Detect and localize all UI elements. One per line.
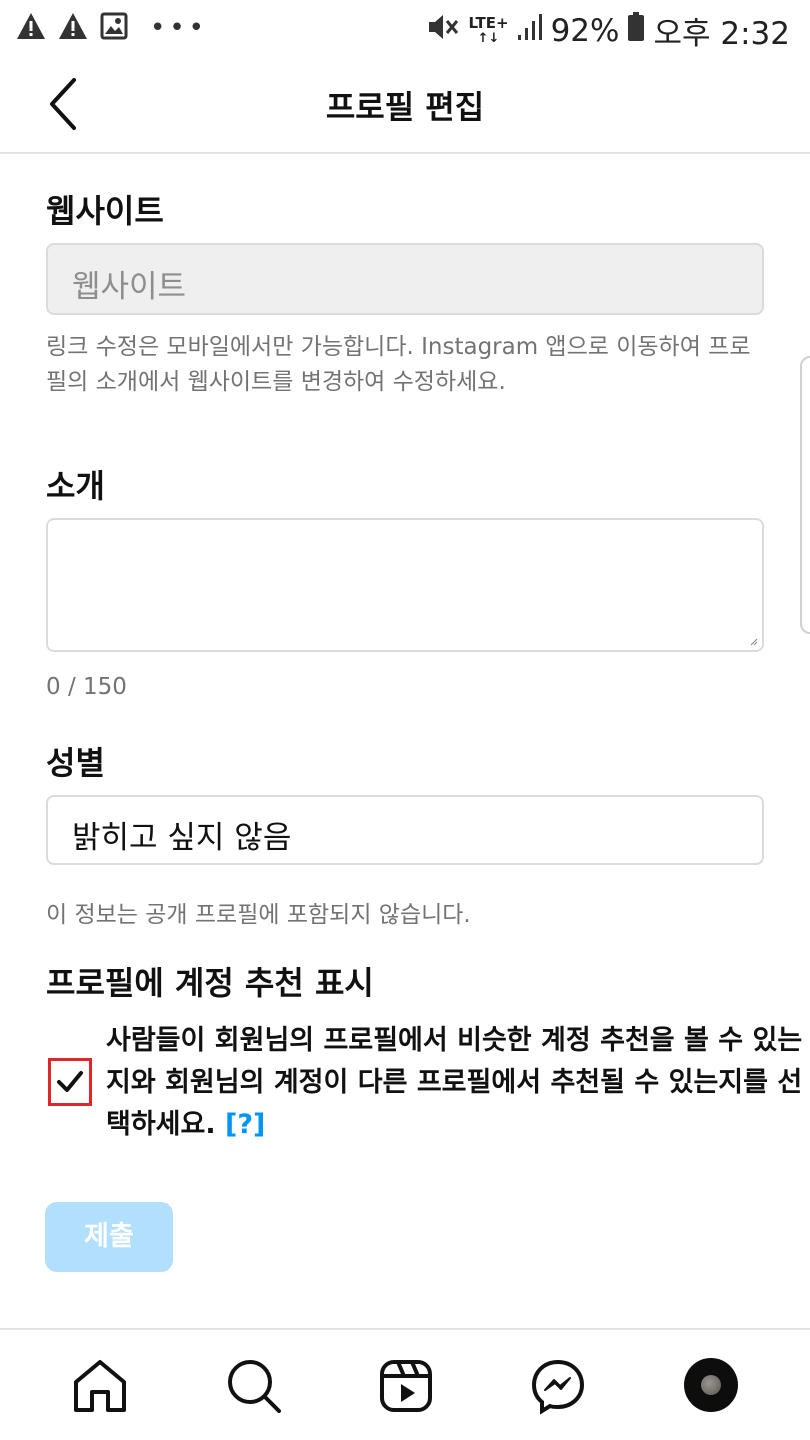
bottom-nav (0, 1328, 810, 1440)
image-icon (100, 12, 128, 44)
status-bar: ••• LTE+ ↑↓ 92% 오후 2:32 (0, 0, 810, 56)
gender-value: 밝히고 싶지 않음 (72, 820, 292, 856)
resize-grip-icon[interactable] (750, 638, 758, 646)
suggestions-checkbox[interactable] (48, 1058, 92, 1106)
suggestions-label: 프로필에 계정 추천 표시 (46, 964, 374, 1002)
lte-icon: LTE+ ↑↓ (468, 13, 509, 46)
messenger-icon[interactable] (528, 1356, 588, 1416)
status-bar-left: ••• (16, 12, 208, 44)
avatar-moon-image (701, 1375, 721, 1395)
status-time: 오후 2:32 (653, 16, 790, 52)
battery-icon (627, 11, 645, 50)
bio-label: 소개 (46, 467, 105, 505)
more-dots-icon: ••• (150, 13, 209, 43)
website-input[interactable]: 웹사이트 (46, 243, 764, 315)
bio-textarea[interactable] (46, 518, 764, 652)
gender-select[interactable]: 밝히고 싶지 않음 (46, 795, 764, 865)
help-link[interactable]: [?] (225, 1109, 265, 1140)
mute-icon (426, 12, 460, 50)
gender-label: 성별 (46, 744, 105, 782)
profile-avatar[interactable] (684, 1358, 738, 1412)
search-icon[interactable] (224, 1356, 284, 1416)
website-placeholder: 웹사이트 (72, 269, 187, 305)
warning-icon (16, 12, 46, 44)
reels-icon[interactable] (376, 1356, 436, 1416)
signal-icon (517, 13, 543, 49)
scrollbar-edge[interactable] (800, 356, 810, 634)
header: 프로필 편집 (0, 56, 810, 154)
battery-percent: 92% (550, 12, 620, 49)
gender-hint: 이 정보는 공개 프로필에 포함되지 않습니다. (46, 902, 471, 928)
status-bar-right: LTE+ ↑↓ 92% 오후 2:32 (426, 8, 790, 53)
warning-icon (58, 12, 88, 44)
checkmark-icon (57, 1071, 83, 1092)
suggestions-description: 사람들이 회원님의 프로필에서 비슷한 계정 추천을 볼 수 있는지와 회원님의… (106, 1020, 810, 1146)
suggestions-description-text: 사람들이 회원님의 프로필에서 비슷한 계정 추천을 볼 수 있는지와 회원님의… (106, 1025, 803, 1140)
bio-counter: 0 / 150 (46, 674, 127, 700)
website-label: 웹사이트 (46, 192, 164, 230)
home-icon[interactable] (70, 1356, 130, 1416)
page-title: 프로필 편집 (325, 88, 485, 126)
submit-button[interactable]: 제출 (45, 1202, 173, 1272)
website-hint: 링크 수정은 모바일에서만 가능합니다. Instagram 앱으로 이동하여 … (46, 334, 751, 395)
